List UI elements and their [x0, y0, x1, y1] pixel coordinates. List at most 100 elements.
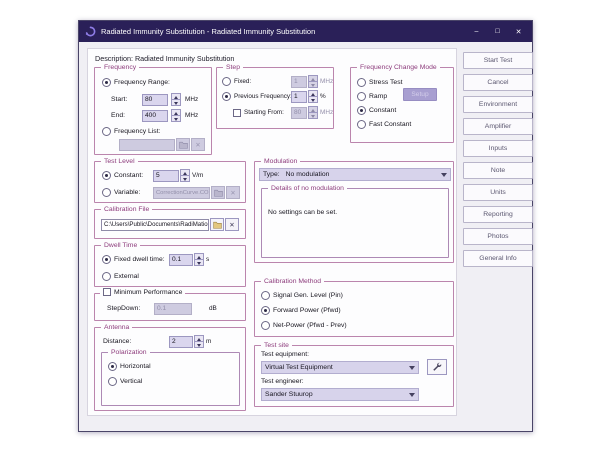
- dwell-time-stepper[interactable]: [194, 253, 204, 266]
- stepdown-row: StepDown: 0.1 dB: [107, 302, 217, 315]
- test-level-constant-label: Constant:: [114, 172, 143, 179]
- polarization-vertical-radio[interactable]: [108, 377, 117, 386]
- close-icon[interactable]: ✕: [511, 24, 526, 39]
- end-stepper[interactable]: [171, 109, 181, 122]
- test-level-field[interactable]: 5: [153, 170, 179, 182]
- polarization-vertical-label: Vertical: [120, 378, 142, 385]
- fcm-constant-radio[interactable]: [357, 106, 366, 115]
- photos-button[interactable]: Photos: [463, 228, 533, 245]
- variable-curve-field[interactable]: CorrectionCurve.COR: [153, 187, 210, 199]
- test-level-variable-radio[interactable]: [102, 188, 111, 197]
- starting-from-checkbox[interactable]: [233, 109, 241, 117]
- note-button[interactable]: Note: [463, 162, 533, 179]
- group-test-level: Test Level Constant: 5 V/m Variable: Cor…: [94, 161, 246, 203]
- dwell-external-row: External: [102, 270, 139, 283]
- frequency-list-clear-button[interactable]: ✕: [191, 138, 205, 151]
- test-equipment-configure-button[interactable]: [427, 359, 447, 375]
- starting-from-field[interactable]: 80: [291, 107, 307, 119]
- modulation-type-label: Type:: [263, 171, 280, 178]
- frequency-range-radio[interactable]: [102, 78, 111, 87]
- start-stepper[interactable]: [171, 93, 181, 106]
- fcm-ramp-radio[interactable]: [357, 92, 366, 101]
- starting-from-stepper[interactable]: [308, 106, 318, 119]
- dwell-fixed-radio[interactable]: [102, 255, 111, 264]
- ramp-setup-button[interactable]: Setup: [403, 88, 437, 101]
- minimum-performance-checkbox[interactable]: [103, 288, 111, 296]
- stepdown-label: StepDown:: [107, 305, 151, 312]
- group-calibration-file-title: Calibration File: [101, 205, 152, 214]
- units-button[interactable]: Units: [463, 184, 533, 201]
- step-previous-field[interactable]: 1: [291, 91, 307, 103]
- forward-power-radio[interactable]: [261, 306, 270, 315]
- distance-stepper[interactable]: [194, 335, 204, 348]
- dwell-time-unit: s: [206, 256, 209, 263]
- calibration-file-clear-button[interactable]: ✕: [225, 218, 239, 231]
- step-fixed-field[interactable]: 1: [291, 76, 307, 88]
- fcm-fast-constant-row: Fast Constant: [357, 118, 411, 131]
- test-level-constant-radio[interactable]: [102, 171, 111, 180]
- general-info-button[interactable]: General Info: [463, 250, 533, 267]
- spinner-down-icon[interactable]: [195, 342, 203, 347]
- polarization-horizontal-radio[interactable]: [108, 362, 117, 371]
- dwell-external-radio[interactable]: [102, 272, 111, 281]
- minimize-icon[interactable]: –: [469, 24, 484, 39]
- calibration-file-path-field[interactable]: C:\Users\Public\Documents\RadiMation\CA: [101, 219, 209, 231]
- frequency-list-row: Frequency List:: [102, 125, 160, 138]
- maximize-icon[interactable]: □: [490, 24, 505, 39]
- variable-browse-button[interactable]: [211, 186, 225, 199]
- frequency-list-radio[interactable]: [102, 127, 111, 136]
- amplifier-button[interactable]: Amplifier: [463, 118, 533, 135]
- step-previous-stepper[interactable]: [308, 90, 318, 103]
- dwell-fixed-row: Fixed dwell time:: [102, 253, 165, 266]
- dropdown-arrow-icon: [409, 393, 415, 397]
- stepdown-field[interactable]: 0.1: [154, 303, 192, 315]
- group-polarization: Polarization Horizontal Vertical: [101, 352, 240, 406]
- fcm-stress-test-radio[interactable]: [357, 78, 366, 87]
- starting-from-label: Starting From:: [244, 109, 284, 116]
- spinner-down-icon[interactable]: [172, 116, 180, 121]
- group-calibration-file: Calibration File C:\Users\Public\Documen…: [94, 209, 246, 239]
- group-minimum-performance: Minimum Performance StepDown: 0.1 dB: [94, 293, 246, 321]
- calibration-file-row: C:\Users\Public\Documents\RadiMation\CA …: [101, 218, 239, 231]
- group-calibration-method: Calibration Method Signal Gen. Level (Pi…: [254, 281, 454, 337]
- frequency-list-browse-button[interactable]: [176, 138, 190, 151]
- fcm-fast-constant-label: Fast Constant: [369, 121, 411, 128]
- variable-clear-button[interactable]: ✕: [226, 186, 240, 199]
- environment-button[interactable]: Environment: [463, 96, 533, 113]
- spinner-down-icon[interactable]: [172, 100, 180, 105]
- test-engineer-dropdown[interactable]: Sander Stuurop: [261, 388, 419, 401]
- polarization-vertical-row: Vertical: [108, 375, 142, 388]
- cancel-button[interactable]: Cancel: [463, 74, 533, 91]
- test-equipment-dropdown[interactable]: Virtual Test Equipment: [261, 361, 419, 374]
- step-fixed-radio[interactable]: [222, 77, 231, 86]
- spinner-down-icon[interactable]: [309, 82, 317, 87]
- signal-gen-level-radio[interactable]: [261, 291, 270, 300]
- step-fixed-unit: MHz: [320, 78, 333, 85]
- modulation-type-dropdown[interactable]: Type: No modulation: [259, 168, 451, 181]
- end-field[interactable]: 400: [142, 110, 168, 122]
- group-frequency-change-mode: Frequency Change Mode Stress Test Ramp S…: [350, 67, 454, 143]
- step-previous-radio[interactable]: [222, 92, 231, 101]
- inputs-button[interactable]: Inputs: [463, 140, 533, 157]
- test-level-stepper[interactable]: [180, 169, 190, 182]
- distance-field[interactable]: 2: [169, 336, 193, 348]
- calibration-file-browse-button[interactable]: [210, 218, 224, 231]
- net-power-radio[interactable]: [261, 321, 270, 330]
- spinner-down-icon[interactable]: [195, 260, 203, 265]
- fcm-fast-constant-radio[interactable]: [357, 120, 366, 129]
- group-frequency-title: Frequency: [101, 63, 139, 72]
- dropdown-arrow-icon: [441, 173, 447, 177]
- title-bar[interactable]: Radiated Immunity Substitution - Radiate…: [79, 21, 532, 42]
- start-test-button[interactable]: Start Test: [463, 52, 533, 69]
- frequency-list-label: Frequency List:: [114, 128, 160, 135]
- spinner-down-icon[interactable]: [309, 97, 317, 102]
- frequency-range-label: Frequency Range:: [114, 79, 170, 86]
- spinner-down-icon[interactable]: [309, 113, 317, 118]
- start-field[interactable]: 80: [142, 94, 168, 106]
- dwell-time-field[interactable]: 0.1: [169, 254, 193, 266]
- step-fixed-stepper[interactable]: [308, 75, 318, 88]
- frequency-list-field[interactable]: [119, 139, 175, 151]
- dwell-fixed-field-row: 0.1 s: [169, 253, 209, 266]
- reporting-button[interactable]: Reporting: [463, 206, 533, 223]
- spinner-down-icon[interactable]: [181, 176, 189, 181]
